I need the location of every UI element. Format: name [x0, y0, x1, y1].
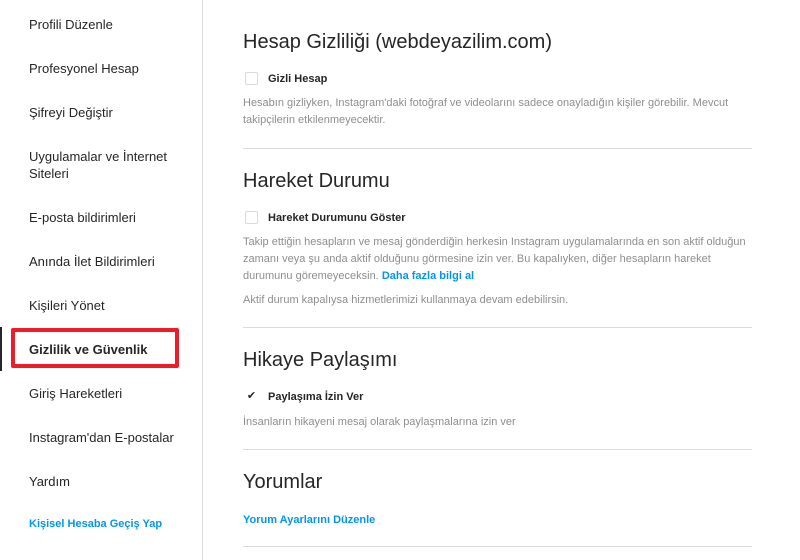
settings-content: Hesap Gizliliği (webdeyazilim.com) Gizli… [203, 0, 800, 560]
active-item-indicator [0, 327, 2, 371]
sidebar-item-edit-profile[interactable]: Profili Düzenle [29, 16, 194, 33]
learn-more-link[interactable]: Daha fazla bilgi al [382, 270, 474, 282]
private-account-row[interactable]: Gizli Hesap [245, 72, 327, 85]
sidebar-item-login-activity[interactable]: Giriş Hareketleri [29, 385, 194, 402]
sidebar-item-professional-account[interactable]: Profesyonel Hesap [29, 60, 194, 77]
activity-status-title: Hareket Durumu [243, 170, 390, 192]
sidebar-item-emails-from-instagram[interactable]: Instagram'dan E-postalar [29, 429, 194, 446]
sidebar-item-push-notifications[interactable]: Anında İlet Bildirimleri [29, 253, 194, 270]
private-account-label: Gizli Hesap [268, 72, 328, 85]
section-divider [243, 148, 752, 149]
comments-title: Yorumlar [243, 471, 323, 493]
sidebar-item-email-notifications[interactable]: E-posta bildirimleri [29, 209, 194, 226]
account-privacy-description: Hesabın gizliyken, Instagram'daki fotoğr… [243, 97, 729, 126]
sidebar-item-help[interactable]: Yardım [29, 473, 194, 490]
private-account-checkbox[interactable] [245, 72, 258, 85]
activity-status-note: Aktif durum kapalıysa hizmetlerimizi kul… [243, 294, 569, 306]
allow-sharing-label: Paylaşıma İzin Ver [268, 390, 364, 403]
activity-status-description: Takip ettiğin hesapların ve mesaj gönder… [243, 234, 763, 285]
sidebar-item-apps-websites[interactable]: Uygulamalar ve İnternet Siteleri [29, 148, 179, 182]
section-divider [243, 449, 752, 450]
show-activity-status-label: Hareket Durumunu Göster [268, 211, 406, 224]
switch-to-personal-account-link[interactable]: Kişisel Hesaba Geçiş Yap [29, 516, 194, 533]
story-sharing-description: İnsanların hikayeni mesaj olarak paylaşm… [243, 416, 516, 428]
show-activity-status-checkbox[interactable] [245, 211, 258, 224]
check-icon[interactable]: ✔ [245, 390, 258, 403]
account-privacy-title: Hesap Gizliliği (webdeyazilim.com) [243, 31, 552, 53]
sidebar-item-privacy-security[interactable]: Gizlilik ve Güvenlik [29, 341, 194, 358]
activity-status-description-text: Takip ettiğin hesapların ve mesaj gönder… [243, 236, 746, 282]
allow-sharing-row[interactable]: ✔ Paylaşıma İzin Ver [245, 390, 363, 403]
sidebar-item-manage-contacts[interactable]: Kişileri Yönet [29, 297, 194, 314]
edit-comment-settings-link[interactable]: Yorum Ayarlarını Düzenle [243, 514, 375, 526]
sidebar-item-change-password[interactable]: Şifreyi Değiştir [29, 104, 194, 121]
settings-sidebar: Profili Düzenle Profesyonel Hesap Şifrey… [0, 0, 203, 560]
show-activity-status-row[interactable]: Hareket Durumunu Göster [245, 211, 406, 224]
section-divider [243, 327, 752, 328]
story-sharing-title: Hikaye Paylaşımı [243, 349, 398, 371]
section-divider [243, 546, 752, 547]
